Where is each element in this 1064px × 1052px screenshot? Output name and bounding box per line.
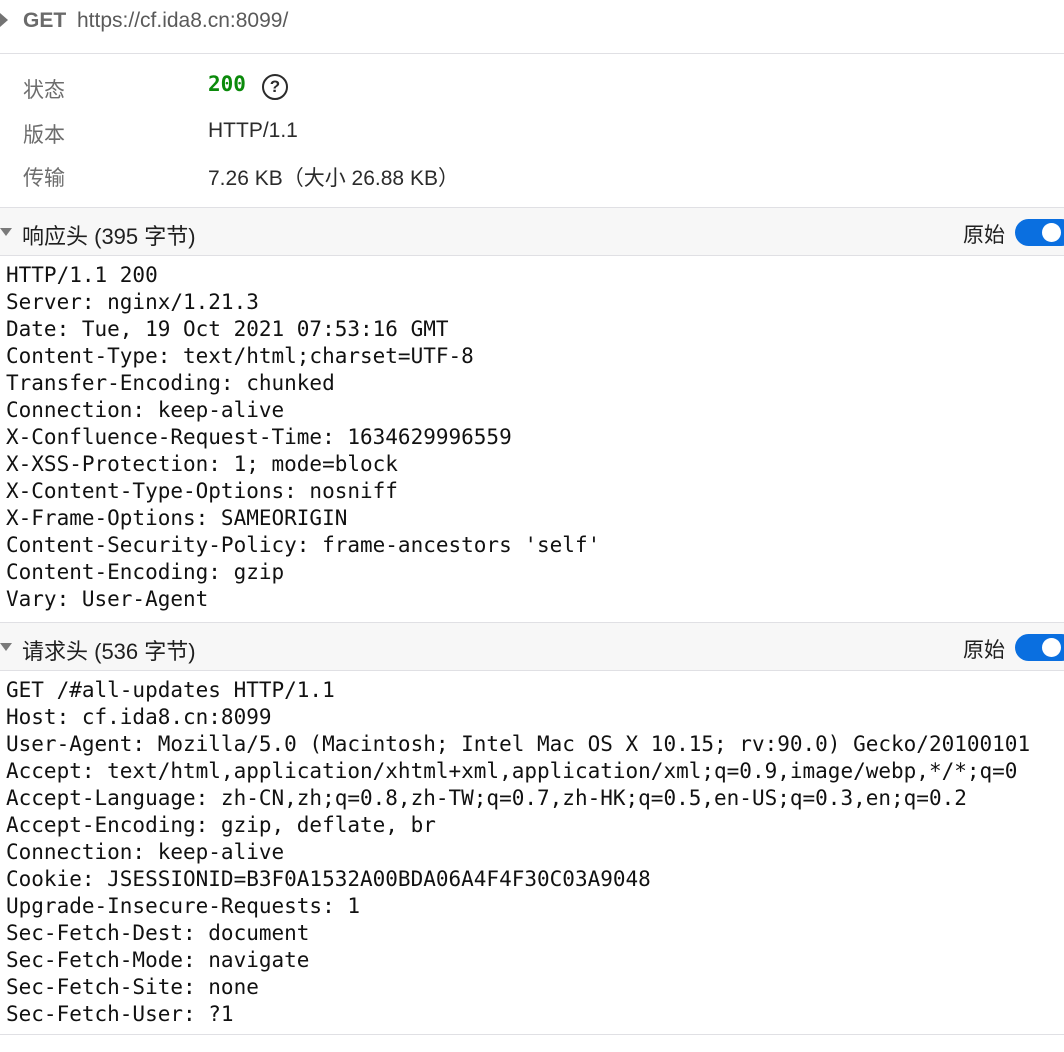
header-line: Host: cf.ida8.cn:8099	[6, 705, 272, 729]
version-value: HTTP/1.1	[208, 119, 298, 142]
header-line: Connection: keep-alive	[6, 398, 285, 422]
header-line: GET /#all-updates HTTP/1.1	[6, 678, 335, 702]
header-line: Content-Security-Policy: frame-ancestors…	[6, 533, 601, 557]
header-line: Accept-Language: zh-CN,zh;q=0.8,zh-TW;q=…	[6, 786, 967, 810]
header-line: Server: nginx/1.21.3	[6, 290, 259, 314]
request-headers-raw: GET /#all-updates HTTP/1.1 Host: cf.ida8…	[6, 677, 1064, 1028]
raw-toggle-switch[interactable]	[1015, 219, 1064, 246]
header-line: HTTP/1.1 200	[6, 263, 158, 287]
request-headers-header[interactable]: 请求头 (536 字节) 原始	[0, 622, 1064, 671]
header-line: X-Content-Type-Options: nosniff	[6, 479, 398, 503]
version-label: 版本	[23, 124, 65, 147]
header-line: Date: Tue, 19 Oct 2021 07:53:16 GMT	[6, 317, 449, 341]
transfer-value: 7.26 KB（大小 26.88 KB）	[208, 167, 459, 190]
header-line: Sec-Fetch-Mode: navigate	[6, 948, 310, 972]
raw-toggle-switch[interactable]	[1015, 634, 1064, 661]
version-row: 版本 HTTP/1.1	[0, 119, 1064, 149]
header-line: Accept: text/html,application/xhtml+xml,…	[6, 759, 1018, 783]
header-line: X-Frame-Options: SAMEORIGIN	[6, 506, 348, 530]
header-line: Sec-Fetch-Dest: document	[6, 921, 310, 945]
header-line: Connection: keep-alive	[6, 840, 285, 864]
status-label: 状态	[23, 79, 65, 102]
header-line: Content-Encoding: gzip	[6, 560, 285, 584]
raw-toggle-label[interactable]: 原始	[963, 219, 1005, 249]
chevron-right-icon[interactable]	[0, 13, 8, 27]
toggle-knob	[1042, 638, 1061, 657]
header-line: Sec-Fetch-Site: none	[6, 975, 259, 999]
chevron-down-icon[interactable]	[0, 643, 12, 651]
divider	[0, 1034, 1064, 1035]
header-line: Sec-Fetch-User: ?1	[6, 1002, 234, 1026]
header-line: Transfer-Encoding: chunked	[6, 371, 335, 395]
response-headers-raw: HTTP/1.1 200 Server: nginx/1.21.3 Date: …	[6, 262, 1064, 613]
status-code: 200	[208, 72, 246, 96]
header-line: X-Confluence-Request-Time: 1634629996559	[6, 425, 512, 449]
header-line: X-XSS-Protection: 1; mode=block	[6, 452, 398, 476]
request-method: GET	[23, 9, 67, 32]
header-line: Content-Type: text/html;charset=UTF-8	[6, 344, 474, 368]
header-line: Upgrade-Insecure-Requests: 1	[6, 894, 361, 918]
toggle-knob	[1042, 223, 1061, 242]
chevron-down-icon[interactable]	[0, 228, 12, 236]
header-line: User-Agent: Mozilla/5.0 (Macintosh; Inte…	[6, 732, 1031, 756]
request-url-bar[interactable]: GET https://cf.ida8.cn:8099/	[0, 0, 1064, 54]
request-headers-title[interactable]: 请求头 (536 字节)	[22, 634, 196, 666]
response-headers-title[interactable]: 响应头 (395 字节)	[22, 219, 196, 251]
status-row: 状态 200 ?	[0, 72, 1064, 104]
request-url: https://cf.ida8.cn:8099/	[77, 9, 289, 32]
header-line: Vary: User-Agent	[6, 587, 209, 611]
transfer-row: 传输 7.26 KB（大小 26.88 KB）	[0, 162, 1064, 192]
header-line: Cookie: JSESSIONID=B3F0A1532A00BDA06A4F4…	[6, 867, 651, 891]
help-circle-icon[interactable]: ?	[262, 74, 288, 100]
response-headers-header[interactable]: 响应头 (395 字节) 原始	[0, 207, 1064, 256]
raw-toggle-label[interactable]: 原始	[963, 634, 1005, 664]
transfer-label: 传输	[23, 167, 65, 190]
header-line: Accept-Encoding: gzip, deflate, br	[6, 813, 436, 837]
